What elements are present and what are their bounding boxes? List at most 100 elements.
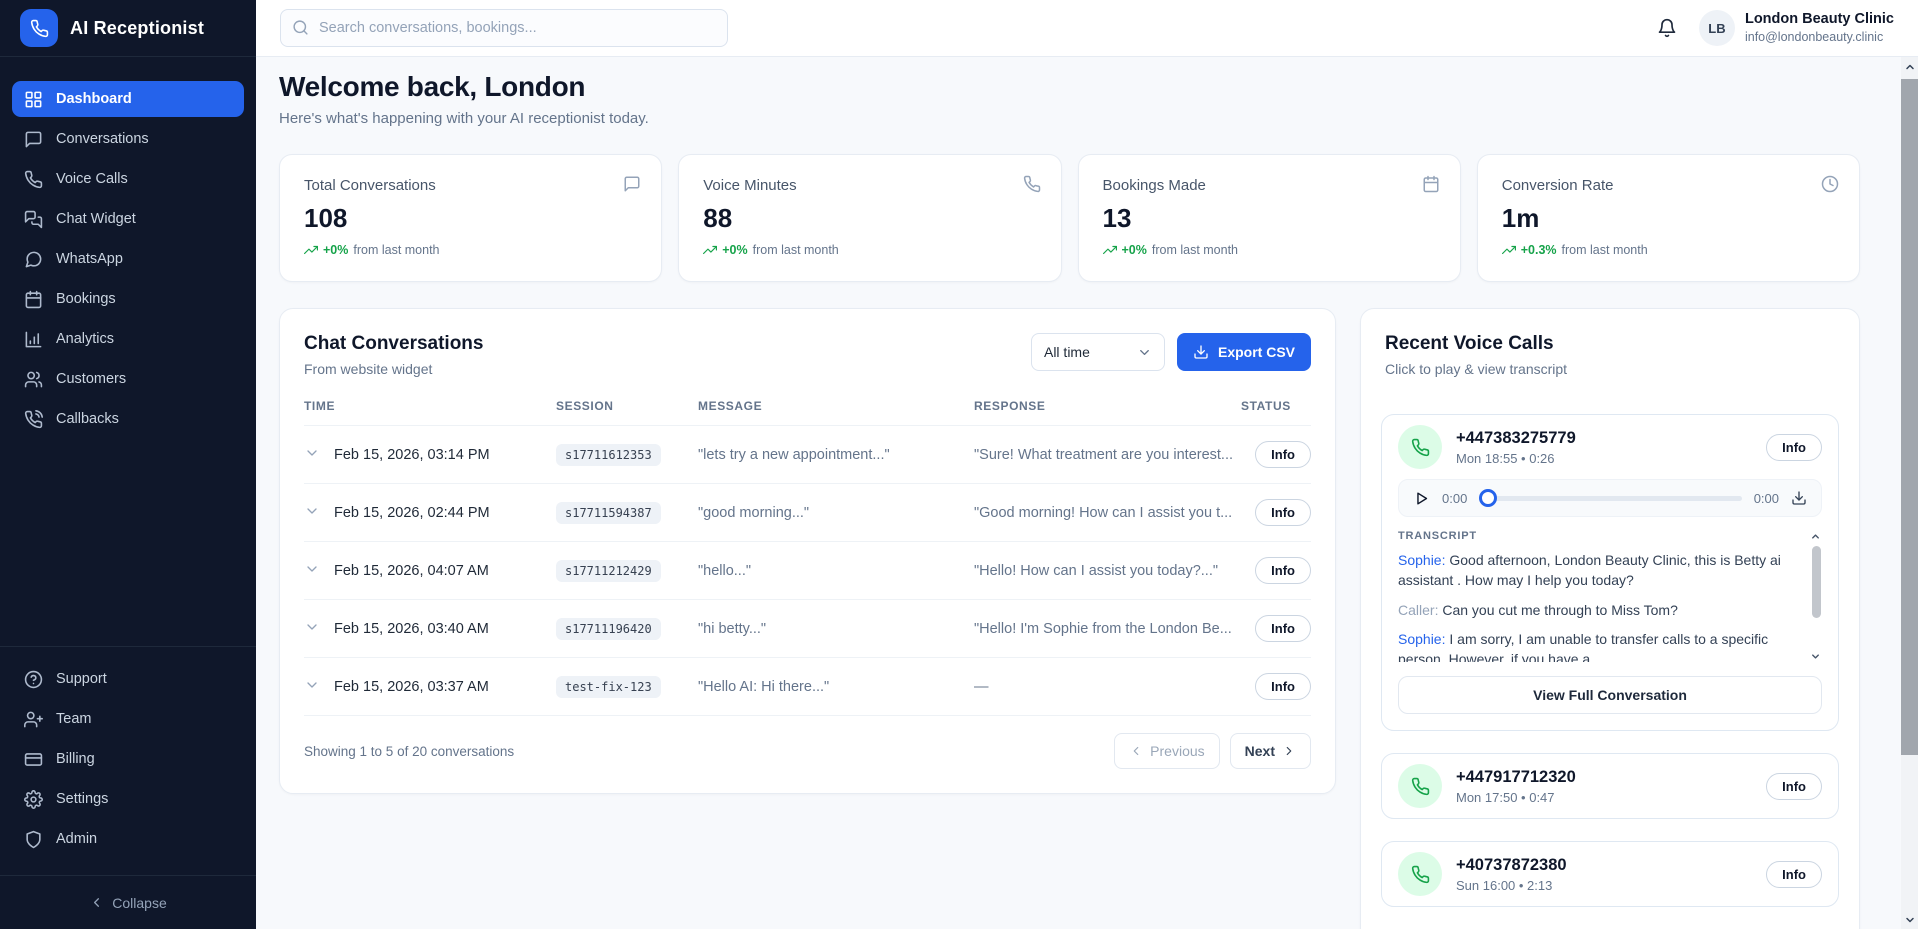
col-header-message: MESSAGE [698,399,974,426]
previous-page-button[interactable]: Previous [1114,733,1219,769]
sidebar-item-customers[interactable]: Customers [12,361,244,397]
sidebar-item-analytics[interactable]: Analytics [12,321,244,357]
voice-call-row[interactable]: +447383275779 Mon 18:55 • 0:26 Info [1382,415,1838,479]
trend-note: from last month [353,243,439,257]
transcript-scrollbar[interactable] [1809,530,1822,662]
play-button[interactable] [1413,490,1430,507]
info-button[interactable]: Info [1255,615,1311,642]
notifications-button[interactable] [1653,14,1681,42]
sidebar-item-whatsapp[interactable]: WhatsApp [12,241,244,277]
table-row[interactable]: Feb 15, 2026, 03:40 AM s17711196420 "hi … [304,600,1311,658]
sidebar-item-support[interactable]: Support [12,661,244,697]
sidebar-item-admin[interactable]: Admin [12,821,244,857]
user-menu[interactable]: LB London Beauty Clinic info@londonbeaut… [1699,10,1894,46]
collapse-button[interactable]: Collapse [0,875,256,929]
gear-icon [24,790,43,809]
seek-slider[interactable] [1479,489,1741,507]
expand-row-chevron-icon[interactable] [304,445,320,461]
phone-icon [1411,438,1430,457]
info-button[interactable]: Info [1255,557,1311,584]
trend-value: +0% [722,243,747,257]
sidebar-item-label: Billing [56,751,95,767]
next-page-button[interactable]: Next [1230,733,1311,769]
cell-message: "hello..." [698,542,974,600]
table-row[interactable]: Feb 15, 2026, 04:07 AM s17711212429 "hel… [304,542,1311,600]
cell-response: "Good morning! How can I assist you t... [974,484,1241,542]
scrollbar-thumb[interactable] [1812,546,1821,618]
elapsed-time: 0:00 [1442,491,1467,506]
stat-trend: +0.3% from last month [1502,243,1835,257]
export-csv-label: Export CSV [1218,344,1295,360]
sidebar-item-chat-widget[interactable]: Chat Widget [12,201,244,237]
cell-message: "lets try a new appointment..." [698,426,974,484]
message-circle-icon [24,250,43,269]
search-input[interactable] [280,9,728,47]
info-button[interactable]: Info [1766,773,1822,800]
voice-call-row[interactable]: +40737872380 Sun 16:00 • 2:13 Info [1382,842,1838,906]
sidebar-item-label: Team [56,711,91,727]
info-button[interactable]: Info [1255,499,1311,526]
trend-value: +0.3% [1521,243,1557,257]
voice-call-row[interactable]: +447917712320 Mon 17:50 • 0:47 Info [1382,754,1838,818]
expand-row-chevron-icon[interactable] [304,619,320,635]
export-csv-button[interactable]: Export CSV [1177,333,1311,371]
avatar: LB [1699,10,1735,46]
cell-response: "Sure! What treatment are you interest..… [974,426,1241,484]
sidebar-item-bookings[interactable]: Bookings [12,281,244,317]
download-recording-button[interactable] [1791,490,1807,506]
trending-up-icon [1103,243,1117,257]
col-header-session: SESSION [556,399,698,426]
sidebar-item-label: Dashboard [56,91,132,107]
user-name: London Beauty Clinic [1745,11,1894,28]
sidebar-item-billing[interactable]: Billing [12,741,244,777]
expand-row-chevron-icon[interactable] [304,503,320,519]
cell-time: Feb 15, 2026, 02:44 PM [334,484,556,542]
cell-response: — [974,658,1241,716]
main-content: Welcome back, London Here's what's happe… [256,57,1901,929]
table-row[interactable]: Feb 15, 2026, 02:44 PM s17711594387 "goo… [304,484,1311,542]
scrollbar-thumb[interactable] [1901,79,1918,755]
slider-knob[interactable] [1479,489,1497,507]
scroll-up-icon[interactable] [1901,57,1918,76]
scroll-down-icon[interactable] [1809,650,1822,662]
scroll-up-icon[interactable] [1809,530,1822,542]
search-wrap [280,9,728,47]
view-full-conversation-button[interactable]: View Full Conversation [1398,676,1822,714]
table-row[interactable]: Feb 15, 2026, 03:14 PM s17711612353 "let… [304,426,1311,484]
sidebar-item-settings[interactable]: Settings [12,781,244,817]
info-button[interactable]: Info [1255,441,1311,468]
sidebar-item-callbacks[interactable]: Callbacks [12,401,244,437]
sidebar-item-label: Chat Widget [56,211,136,227]
transcript-line: Caller: Can you cut me through to Miss T… [1398,600,1802,620]
session-badge: s17711594387 [556,502,661,524]
info-button[interactable]: Info [1255,673,1311,700]
window-scrollbar[interactable] [1901,57,1918,929]
col-header-time: TIME [304,399,556,426]
phone-icon [30,19,49,38]
info-button[interactable]: Info [1766,434,1822,461]
topbar-right: LB London Beauty Clinic info@londonbeaut… [1653,10,1894,46]
transcript-line: Sophie: I am sorry, I am unable to trans… [1398,629,1802,662]
chevron-down-icon [1137,345,1152,360]
stat-label: Voice Minutes [703,177,1036,194]
time-filter-value: All time [1044,344,1090,360]
info-button[interactable]: Info [1766,861,1822,888]
stat-card-conversion-rate: Conversion Rate 1m +0.3% from last month [1477,154,1860,282]
scroll-down-icon[interactable] [1901,910,1918,929]
chevron-left-icon [1129,744,1143,758]
sidebar-item-conversations[interactable]: Conversations [12,121,244,157]
clock-icon [1821,175,1839,193]
sidebar-item-label: Bookings [56,291,116,307]
sidebar-item-dashboard[interactable]: Dashboard [12,81,244,117]
table-row[interactable]: Feb 15, 2026, 03:37 AM test-fix-123 "Hel… [304,658,1311,716]
sidebar-item-team[interactable]: Team [12,701,244,737]
expand-row-chevron-icon[interactable] [304,677,320,693]
page-subtitle: Here's what's happening with your AI rec… [279,110,1860,127]
user-plus-icon [24,710,43,729]
sidebar-item-voice-calls[interactable]: Voice Calls [12,161,244,197]
time-filter-select[interactable]: All time [1031,333,1165,371]
expand-row-chevron-icon[interactable] [304,561,320,577]
sidebar-spacer [0,441,256,646]
speaker-name: Sophie: [1398,631,1445,647]
cell-time: Feb 15, 2026, 04:07 AM [334,542,556,600]
